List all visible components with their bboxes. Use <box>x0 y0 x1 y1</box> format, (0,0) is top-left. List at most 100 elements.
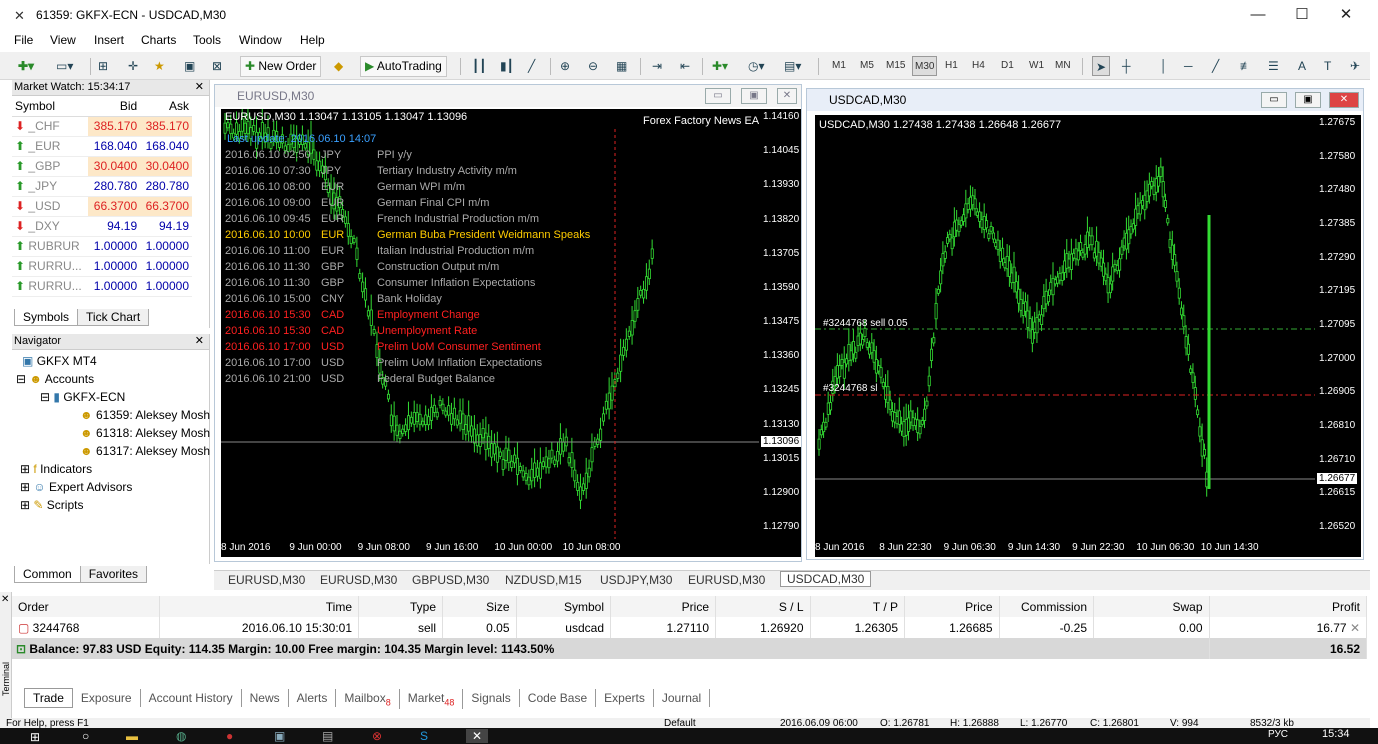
chart-tab[interactable]: EURUSD,M30 <box>320 573 397 587</box>
table-row[interactable]: ⬇ _USD 66.3700 66.3700 <box>12 196 192 217</box>
tf-m1[interactable]: M1 <box>832 56 846 76</box>
terminal-tab[interactable]: Experts <box>596 689 654 707</box>
usdcad-plot[interactable]: USDCAD,M30 1.27438 1.27438 1.26648 1.266… <box>815 115 1315 539</box>
col-header[interactable]: Profit <box>1209 596 1367 617</box>
terminal-tab[interactable]: Signals <box>463 689 520 707</box>
terminal-tab[interactable]: Alerts <box>289 689 337 707</box>
terminal-tab[interactable]: Account History <box>141 689 242 707</box>
terminal-icon[interactable]: ▣ <box>184 56 195 76</box>
chart-shift-icon[interactable]: ⇤ <box>680 56 690 76</box>
cursor-icon[interactable]: ➤ <box>1092 56 1111 76</box>
col-header[interactable]: Size <box>442 596 517 617</box>
nav-indicators[interactable]: ⊞ f Indicators <box>20 462 92 476</box>
menu-insert[interactable]: Insert <box>94 33 124 47</box>
tf-m15[interactable]: M15 <box>886 56 905 76</box>
templates-icon[interactable]: ▤▾ <box>784 56 801 76</box>
terminal-tab[interactable]: Exposure <box>73 689 141 707</box>
col-ask[interactable]: Ask <box>140 96 192 117</box>
folder-icon[interactable]: ▬ <box>126 729 138 743</box>
close-button[interactable]: ✕ <box>1329 92 1359 108</box>
language-indicator[interactable]: РУС <box>1268 729 1288 740</box>
metatrader-icon[interactable]: ✕ <box>466 729 489 743</box>
horizontal-line-icon[interactable]: ─ <box>1184 56 1193 76</box>
tab-favorites[interactable]: Favorites <box>79 566 148 583</box>
col-header[interactable]: S / L <box>715 596 811 617</box>
terminal-tab[interactable]: Market48 <box>400 689 464 710</box>
globe-icon[interactable]: ◍ <box>176 729 186 743</box>
nav-account-3[interactable]: ☻ 61317: Aleksey Mosh <box>80 444 210 458</box>
metaeditor-icon[interactable]: ◆ <box>334 56 343 76</box>
zoom-in-icon[interactable]: ⊕ <box>560 56 570 76</box>
profiles-icon[interactable]: ▭▾ <box>56 56 73 76</box>
close-icon[interactable]: ✕ <box>1 594 9 605</box>
candlestick-icon[interactable]: ▮┃ <box>500 56 514 76</box>
close-button[interactable]: ✕ <box>1324 4 1368 26</box>
table-row[interactable]: ⬆ _EUR 168.040 168.040 <box>12 136 192 157</box>
maximize-button[interactable]: ▣ <box>741 88 767 104</box>
close-order-icon[interactable]: ✕ <box>1347 621 1360 635</box>
nav-experts[interactable]: ⊞ ☺ Expert Advisors <box>20 480 132 494</box>
autotrading-button[interactable]: ▶ AutoTrading <box>360 56 447 77</box>
col-header[interactable]: T / P <box>810 596 905 617</box>
terminal-tab[interactable]: Journal <box>654 689 711 707</box>
col-symbol[interactable]: Symbol <box>12 96 89 117</box>
chart-tab[interactable]: EURUSD,M30 <box>228 573 305 587</box>
col-header[interactable]: Time <box>159 596 359 617</box>
terminal-tab[interactable]: Mailbox8 <box>336 689 400 710</box>
skype-icon[interactable]: S <box>420 729 428 743</box>
col-header[interactable]: Commission <box>999 596 1094 617</box>
tf-d1[interactable]: D1 <box>1001 56 1014 76</box>
col-header[interactable]: Price <box>904 596 1000 617</box>
nav-account-1[interactable]: ☻ 61359: Aleksey Mosh <box>80 408 210 422</box>
tf-m30[interactable]: M30 <box>912 56 938 76</box>
menu-tools[interactable]: Tools <box>193 33 221 47</box>
new-chart-icon[interactable]: ✚▾ <box>18 56 34 76</box>
close-button[interactable]: ✕ <box>777 88 797 104</box>
col-header[interactable]: Symbol <box>516 596 611 617</box>
table-row[interactable]: ▢ 3244768 2016.06.10 15:30:01 sell 0.05 usdc… <box>12 617 1367 638</box>
terminal-tab[interactable]: Code Base <box>520 689 597 707</box>
windows-start-icon[interactable]: ⊞ <box>30 730 40 744</box>
table-row[interactable]: ⬆ RUBRUR 1.00000 1.00000 <box>12 236 192 257</box>
vertical-line-icon[interactable]: │ <box>1160 56 1168 76</box>
table-row[interactable]: ⬆ _JPY 280.780 280.780 <box>12 176 192 197</box>
tab-common[interactable]: Common <box>14 566 81 583</box>
text-icon[interactable]: A <box>1298 56 1306 76</box>
minimize-button[interactable]: — <box>1236 4 1280 26</box>
arrows-icon[interactable]: ✈ <box>1350 56 1360 76</box>
table-row[interactable]: ⬆ RURRU... 1.00000 1.00000 <box>12 276 192 297</box>
chart-tab[interactable]: USDJPY,M30 <box>600 573 672 587</box>
chart-tab[interactable]: NZDUSD,M15 <box>505 573 582 587</box>
app-icon[interactable]: ▣ <box>274 729 285 743</box>
market-watch-icon[interactable]: ⊞ <box>98 56 108 76</box>
nav-account-2[interactable]: ☻ 61318: Aleksey Mosh <box>80 426 210 440</box>
nav-root[interactable]: ▣ GKFX MT4 <box>22 354 97 368</box>
zoom-out-icon[interactable]: ⊖ <box>588 56 598 76</box>
table-row[interactable]: ⬆ RURRU... 1.00000 1.00000 <box>12 256 192 277</box>
app-icon[interactable]: ⊗ <box>372 729 382 743</box>
chart-tab[interactable]: USDCAD,M30 <box>780 571 872 587</box>
eurusd-plot[interactable]: EURUSD,M30 1.13047 1.13105 1.13047 1.130… <box>221 109 759 539</box>
close-icon[interactable]: ✕ <box>195 334 204 349</box>
menu-charts[interactable]: Charts <box>141 33 176 47</box>
table-row[interactable]: ⬇ _CHF 385.170 385.170 <box>12 116 192 137</box>
tf-h1[interactable]: H1 <box>945 56 958 76</box>
chart-tab[interactable]: EURUSD,M30 <box>688 573 765 587</box>
menu-help[interactable]: Help <box>300 33 325 47</box>
line-chart-icon[interactable]: ╱ <box>528 56 535 76</box>
trendline-icon[interactable]: ╱ <box>1212 56 1219 76</box>
crosshair-icon[interactable]: ┼ <box>1122 56 1131 76</box>
channel-icon[interactable]: ≢ <box>1240 56 1252 76</box>
tab-tick-chart[interactable]: Tick Chart <box>77 309 150 326</box>
menu-view[interactable]: View <box>50 33 76 47</box>
terminal-tab[interactable]: Trade <box>24 688 73 708</box>
maximize-button[interactable]: ☐ <box>1280 4 1324 26</box>
tile-windows-icon[interactable]: ▦ <box>616 56 627 76</box>
tab-symbols[interactable]: Symbols <box>14 309 79 326</box>
table-row[interactable]: ⬆ _GBP 30.0400 30.0400 <box>12 156 192 177</box>
search-icon[interactable]: ○ <box>82 729 89 743</box>
menu-window[interactable]: Window <box>239 33 282 47</box>
close-icon[interactable]: ✕ <box>195 80 204 95</box>
tf-mn[interactable]: MN <box>1055 56 1071 76</box>
chart-window-eurusd[interactable]: EURUSD,M30 ▭ ▣ ✕ EURUSD,M30 1.13047 1.13… <box>214 84 802 562</box>
